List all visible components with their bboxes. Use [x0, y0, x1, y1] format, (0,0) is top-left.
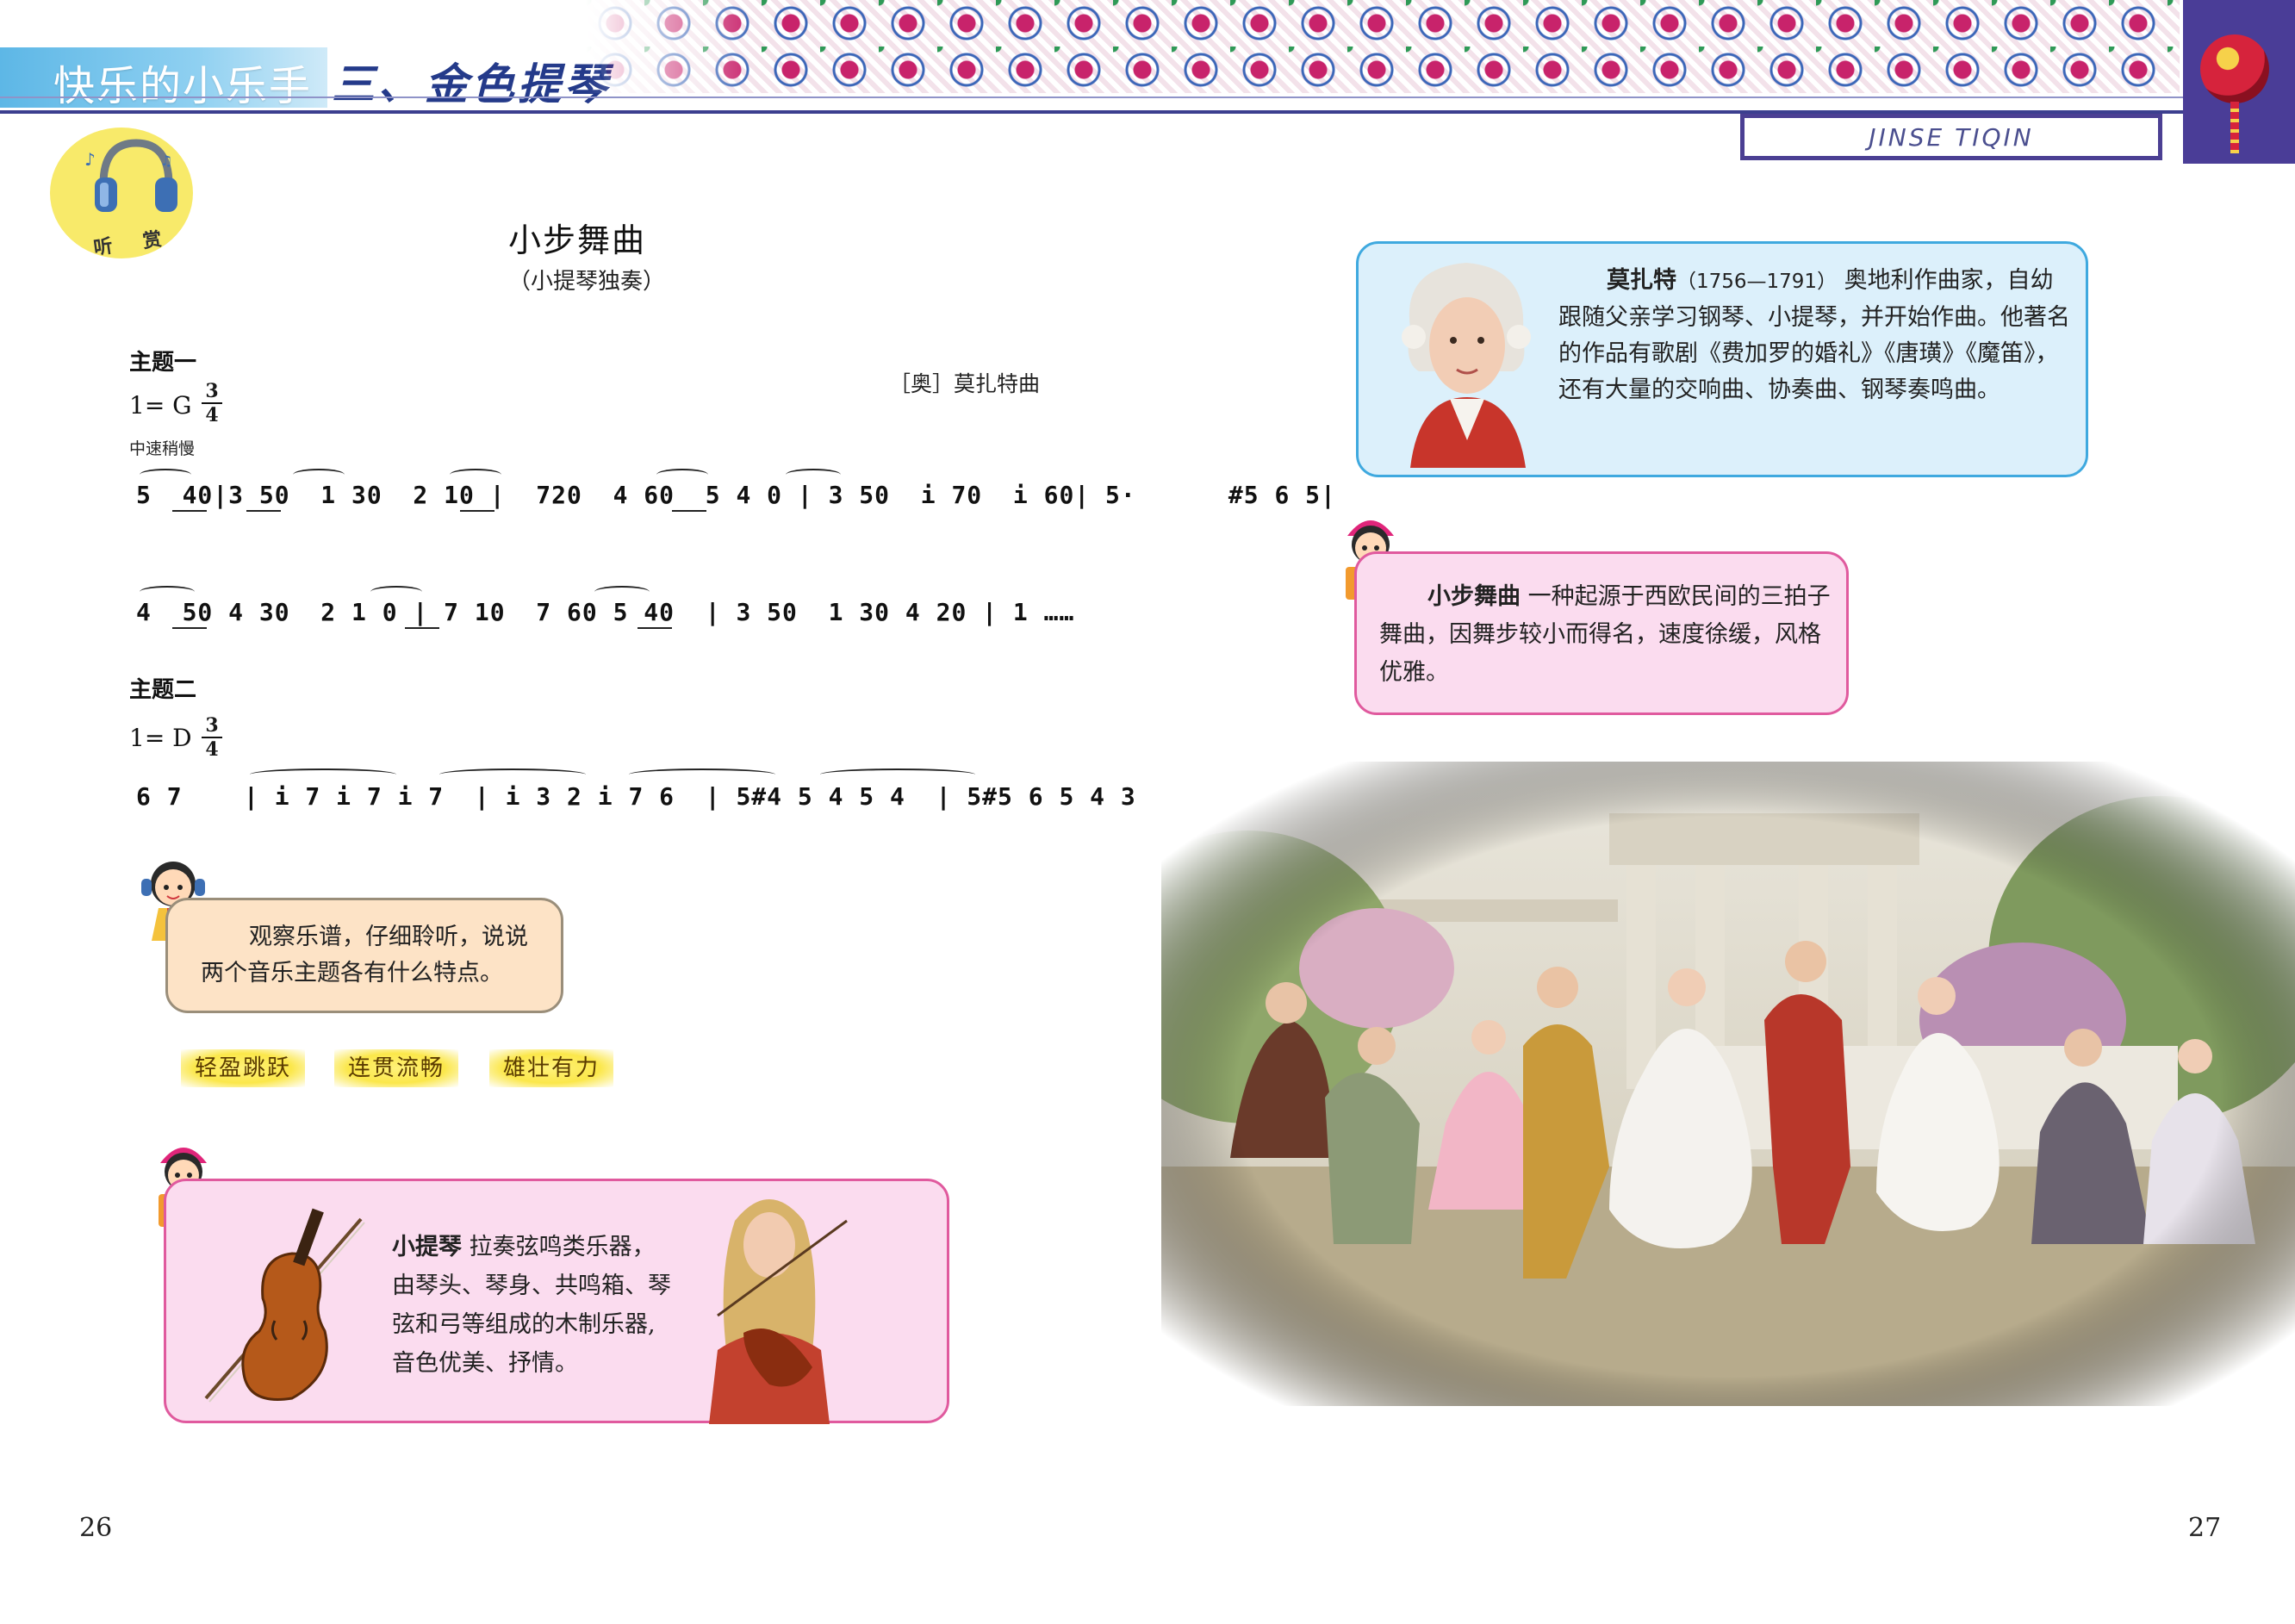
beam-mark	[172, 627, 207, 629]
violin-description: 小提琴 拉奏弦鸣类乐器，由琴头、琴身、共鸣箱、琴弦和弓等组成的木制乐器,音色优美…	[392, 1228, 676, 1383]
slur-mark	[439, 768, 586, 781]
theme-1-score-line-2: 4 50 4 30 2 1 0 | 7 10 7 60 5 40 | 3 50 …	[136, 598, 1075, 626]
svg-text:♪: ♪	[84, 149, 96, 170]
tassel-icon	[2230, 102, 2239, 153]
pinyin-title: JINSE TIQIN	[1740, 114, 2162, 160]
violin-term: 小提琴	[392, 1234, 462, 1260]
slur-mark	[786, 469, 841, 481]
theme-2-score-line: 6 7 | i 7 i 7 i 7 | i 3 2 i 7 6 | 5#4 5 …	[136, 782, 1214, 811]
slur-mark	[820, 768, 975, 781]
mozart-portrait	[1402, 263, 1531, 468]
ethnic-pattern-border	[586, 0, 2180, 93]
theme-1-tempo: 中速稍慢	[129, 439, 196, 458]
beam-mark	[246, 510, 281, 512]
slur-mark	[293, 469, 345, 481]
beam-mark	[405, 627, 439, 629]
beam-mark	[672, 510, 706, 512]
theme-1-time-signature: 3 4	[202, 381, 222, 426]
theme-2-label: 主题二	[129, 677, 197, 703]
beam-mark	[172, 510, 207, 512]
violin-icon	[204, 1208, 365, 1403]
mozart-years: （1756—1791）	[1676, 271, 1838, 293]
minuet-dance-painting	[1161, 762, 2295, 1406]
badge-label: 听 赏	[92, 227, 176, 260]
question-text: 观察乐谱，仔细聆听，说说两个音乐主题各有什么特点。	[201, 924, 528, 986]
page-header: 快乐的小乐手 三、金色提琴 JINSE TIQIN	[0, 0, 2295, 164]
theme-1-score-line-1: 5 40|3 50 1 30 2 10 | 720 4 60 5 4 0 | 3…	[136, 481, 1336, 509]
headphone-icon: ♪ ♫	[84, 139, 177, 212]
answer-tag-3[interactable]: 雄壮有力	[489, 1049, 614, 1087]
violin-info-box: 小提琴 拉奏弦鸣类乐器，由琴头、琴身、共鸣箱、琴弦和弓等组成的木制乐器,音色优美…	[164, 1179, 949, 1424]
slur-mark	[370, 586, 422, 598]
beam-mark	[460, 510, 494, 512]
piece-subtitle: （小提琴独奏）	[508, 269, 666, 295]
time-sig-top: 3	[205, 714, 219, 737]
page-number-right: 27	[2188, 1513, 2222, 1543]
slur-mark	[450, 469, 501, 481]
time-sig-bottom: 4	[205, 738, 219, 761]
theme-2-time-signature: 3 4	[202, 715, 222, 760]
mozart-info-box: 莫扎特（1756—1791） 奥地利作曲家，自幼跟随父亲学习钢琴、小提琴，并开始…	[1356, 241, 2088, 477]
series-title: 快乐的小乐手	[53, 62, 313, 110]
minuet-info-box: 小步舞曲 一种起源于西欧民间的三拍子舞曲，因舞步较小而得名，速度徐缓，风格优雅。	[1354, 551, 1849, 715]
mozart-name: 莫扎特	[1607, 267, 1676, 294]
time-sig-top: 3	[205, 380, 219, 402]
ornament-icon	[2200, 34, 2269, 103]
piece-title: 小步舞曲	[508, 221, 647, 259]
composer-credit: ［奥］莫扎特曲	[889, 371, 1041, 396]
answer-tag-2[interactable]: 连贯流畅	[334, 1049, 459, 1087]
minuet-term: 小步舞曲	[1427, 583, 1521, 610]
slur-mark	[250, 768, 396, 781]
theme-1-label: 主题一	[129, 350, 197, 376]
slur-mark	[594, 586, 650, 598]
slur-mark	[140, 469, 191, 481]
header-rule-thin	[0, 96, 2183, 98]
beam-mark	[638, 627, 672, 629]
slur-mark	[140, 586, 195, 598]
lesson-title: 三、金色提琴	[332, 59, 611, 109]
listening-badge: ♪ ♫ 听 赏	[50, 128, 193, 260]
theme-1-key: 1= G	[129, 391, 192, 420]
page-number-left: 26	[79, 1513, 113, 1543]
answer-tag-1[interactable]: 轻盈跳跃	[181, 1049, 306, 1087]
theme-2-key: 1= D	[129, 724, 192, 752]
question-bubble: 观察乐谱，仔细聆听，说说两个音乐主题各有什么特点。	[165, 898, 563, 1013]
mozart-description: 莫扎特（1756—1791） 奥地利作曲家，自幼跟随父亲学习钢琴、小提琴，并开始…	[1558, 263, 2072, 408]
slur-mark	[629, 768, 775, 781]
minuet-description: 小步舞曲 一种起源于西欧民间的三拍子舞曲，因舞步较小而得名，速度徐缓，风格优雅。	[1379, 578, 1831, 692]
slur-mark	[656, 469, 708, 481]
svg-text:♫: ♫	[160, 152, 172, 169]
time-sig-bottom: 4	[205, 404, 219, 426]
violinist-photo	[709, 1199, 848, 1424]
